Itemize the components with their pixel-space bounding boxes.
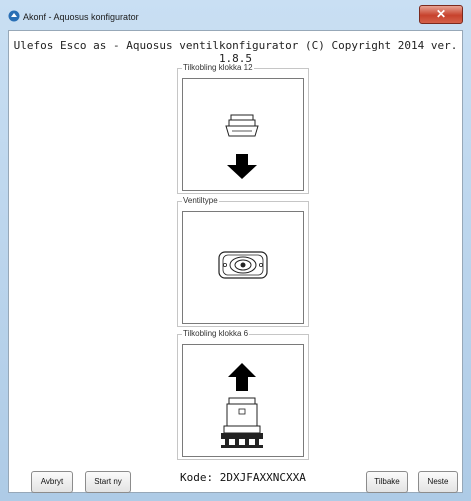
- title-bar[interactable]: Akonf - Aquosus konfigurator ✕: [0, 0, 471, 30]
- close-button[interactable]: ✕: [419, 5, 463, 24]
- top-connection-image[interactable]: [182, 78, 304, 191]
- app-icon: [8, 10, 20, 22]
- back-button[interactable]: Tilbake: [366, 471, 408, 493]
- header-text: Ulefos Esco as - Aquosus ventilkonfigura…: [13, 39, 458, 65]
- app-window: Akonf - Aquosus konfigurator ✕ Ulefos Es…: [0, 0, 471, 501]
- client-area: Ulefos Esco as - Aquosus ventilkonfigura…: [8, 30, 463, 493]
- config-code: Kode: 2DXJFAXXNCXXA: [180, 471, 306, 484]
- panel-title: Tilkobling klokka 12: [182, 63, 254, 73]
- start-new-button[interactable]: Start ny: [85, 471, 131, 493]
- cancel-button[interactable]: Avbryt: [31, 471, 73, 493]
- close-icon: ✕: [435, 7, 447, 21]
- panel-title: Ventiltype: [182, 196, 219, 206]
- top-connection-icon: [225, 114, 259, 179]
- window-title: Akonf - Aquosus konfigurator: [23, 12, 139, 22]
- panel-bottom-connection: Tilkobling klokka 6: [177, 329, 309, 460]
- panel-top-connection: Tilkobling klokka 12: [177, 63, 309, 194]
- bottom-connection-image[interactable]: [182, 344, 304, 457]
- valve-type-image[interactable]: [182, 211, 304, 324]
- panel-valve-type: Ventiltype: [177, 196, 309, 327]
- panel-title: Tilkobling klokka 6: [182, 329, 250, 339]
- valve-icon: [218, 251, 268, 279]
- bottom-connection-icon: [221, 363, 263, 448]
- next-button[interactable]: Neste: [418, 471, 458, 493]
